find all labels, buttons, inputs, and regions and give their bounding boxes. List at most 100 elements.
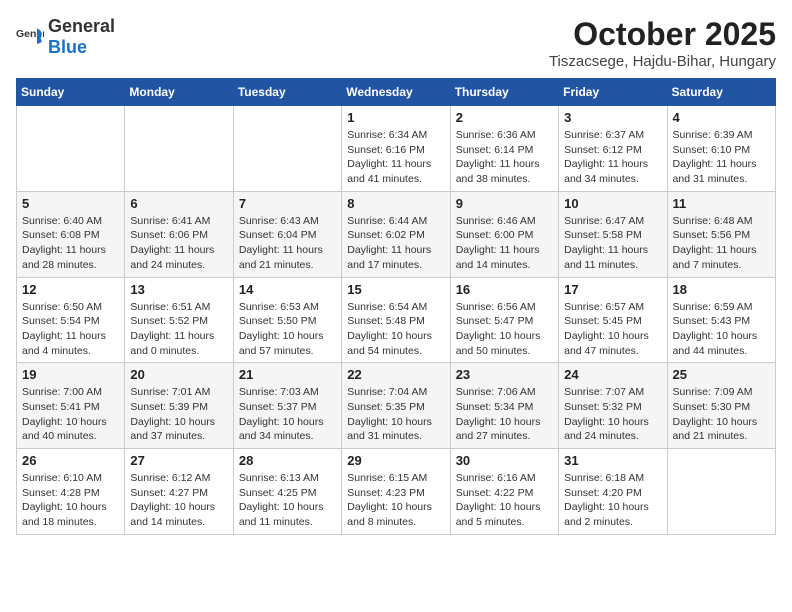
day-number: 6 <box>130 196 227 211</box>
table-row: 6 Sunrise: 6:41 AMSunset: 6:06 PMDaylight… <box>125 191 233 277</box>
table-row: 2Sunrise: 6:36 AMSunset: 6:14 PMDaylight… <box>450 106 558 192</box>
day-info: Sunrise: 6:15 AMSunset: 4:23 PMDaylight:… <box>347 471 444 530</box>
day-number: 18 <box>673 282 770 297</box>
day-info: Sunrise: 6:51 AMSunset: 5:52 PMDaylight:… <box>130 300 227 359</box>
day-info: Sunrise: 6:16 AMSunset: 4:22 PMDaylight:… <box>456 471 553 530</box>
calendar-header-row: Sunday Monday Tuesday Wednesday Thursday… <box>17 79 776 106</box>
day-info: Sunrise: 6:37 AMSunset: 6:12 PMDaylight:… <box>564 128 661 187</box>
table-row: 9 Sunrise: 6:46 AMSunset: 6:00 PMDaylight… <box>450 191 558 277</box>
table-row: 5 Sunrise: 6:40 AMSunset: 6:08 PMDaylight… <box>17 191 125 277</box>
calendar-week-row: 12 Sunrise: 6:50 AMSunset: 5:54 PMDayligh… <box>17 277 776 363</box>
day-number: 26 <box>22 453 119 468</box>
day-info: Sunrise: 6:13 AMSunset: 4:25 PMDaylight:… <box>239 471 336 530</box>
table-row: 30 Sunrise: 6:16 AMSunset: 4:22 PMDayligh… <box>450 449 558 535</box>
day-info: Sunrise: 6:34 AMSunset: 6:16 PMDaylight:… <box>347 128 444 187</box>
day-number: 1 <box>347 110 444 125</box>
day-number: 14 <box>239 282 336 297</box>
header-sunday: Sunday <box>17 79 125 106</box>
day-info: Sunrise: 7:06 AMSunset: 5:34 PMDaylight:… <box>456 385 553 444</box>
day-number: 4 <box>673 110 770 125</box>
day-info: Sunrise: 6:53 AMSunset: 5:50 PMDaylight:… <box>239 300 336 359</box>
day-info: Sunrise: 6:44 AMSunset: 6:02 PMDaylight:… <box>347 214 444 273</box>
table-row: 11 Sunrise: 6:48 AMSunset: 5:56 PMDayligh… <box>667 191 775 277</box>
day-number: 9 <box>456 196 553 211</box>
day-number: 24 <box>564 367 661 382</box>
table-row: 29 Sunrise: 6:15 AMSunset: 4:23 PMDayligh… <box>342 449 450 535</box>
header-wednesday: Wednesday <box>342 79 450 106</box>
day-number: 10 <box>564 196 661 211</box>
table-row: 20Sunrise: 7:01 AMSunset: 5:39 PMDayligh… <box>125 363 233 449</box>
day-number: 16 <box>456 282 553 297</box>
day-info: Sunrise: 7:07 AMSunset: 5:32 PMDaylight:… <box>564 385 661 444</box>
day-info: Sunrise: 6:56 AMSunset: 5:47 PMDaylight:… <box>456 300 553 359</box>
table-row: 14 Sunrise: 6:53 AMSunset: 5:50 PMDayligh… <box>233 277 341 363</box>
day-info: Sunrise: 6:12 AMSunset: 4:27 PMDaylight:… <box>130 471 227 530</box>
header-monday: Monday <box>125 79 233 106</box>
table-row: 22 Sunrise: 7:04 AMSunset: 5:35 PMDayligh… <box>342 363 450 449</box>
table-row: 16 Sunrise: 6:56 AMSunset: 5:47 PMDayligh… <box>450 277 558 363</box>
table-row: 15 Sunrise: 6:54 AMSunset: 5:48 PMDayligh… <box>342 277 450 363</box>
calendar: Sunday Monday Tuesday Wednesday Thursday… <box>16 78 776 535</box>
day-number: 2 <box>456 110 553 125</box>
day-number: 27 <box>130 453 227 468</box>
day-number: 3 <box>564 110 661 125</box>
day-number: 8 <box>347 196 444 211</box>
table-row: 24 Sunrise: 7:07 AMSunset: 5:32 PMDayligh… <box>559 363 667 449</box>
day-number: 30 <box>456 453 553 468</box>
table-row <box>233 106 341 192</box>
day-info: Sunrise: 6:40 AMSunset: 6:08 PMDaylight:… <box>22 214 119 273</box>
day-number: 29 <box>347 453 444 468</box>
day-info: Sunrise: 7:04 AMSunset: 5:35 PMDaylight:… <box>347 385 444 444</box>
table-row: 8 Sunrise: 6:44 AMSunset: 6:02 PMDaylight… <box>342 191 450 277</box>
day-info: Sunrise: 7:00 AMSunset: 5:41 PMDaylight:… <box>22 385 119 444</box>
day-info: Sunrise: 6:18 AMSunset: 4:20 PMDaylight:… <box>564 471 661 530</box>
calendar-week-row: 19Sunrise: 7:00 AMSunset: 5:41 PMDayligh… <box>17 363 776 449</box>
day-info: Sunrise: 6:54 AMSunset: 5:48 PMDaylight:… <box>347 300 444 359</box>
table-row: 4 Sunrise: 6:39 AMSunset: 6:10 PMDaylight… <box>667 106 775 192</box>
day-info: Sunrise: 7:03 AMSunset: 5:37 PMDaylight:… <box>239 385 336 444</box>
day-number: 7 <box>239 196 336 211</box>
table-row <box>667 449 775 535</box>
day-info: Sunrise: 6:48 AMSunset: 5:56 PMDaylight:… <box>673 214 770 273</box>
header-saturday: Saturday <box>667 79 775 106</box>
table-row: 7Sunrise: 6:43 AMSunset: 6:04 PMDaylight… <box>233 191 341 277</box>
logo: General General Blue <box>16 16 115 58</box>
location-title: Tiszacsege, Hajdu-Bihar, Hungary <box>549 53 776 70</box>
day-info: Sunrise: 6:46 AMSunset: 6:00 PMDaylight:… <box>456 214 553 273</box>
table-row: 10 Sunrise: 6:47 AMSunset: 5:58 PMDayligh… <box>559 191 667 277</box>
table-row: 31Sunrise: 6:18 AMSunset: 4:20 PMDayligh… <box>559 449 667 535</box>
day-number: 25 <box>673 367 770 382</box>
day-number: 22 <box>347 367 444 382</box>
calendar-week-row: 26 Sunrise: 6:10 AMSunset: 4:28 PMDayligh… <box>17 449 776 535</box>
header-friday: Friday <box>559 79 667 106</box>
page-header: General General Blue October 2025 Tiszac… <box>16 16 776 70</box>
table-row <box>125 106 233 192</box>
day-number: 23 <box>456 367 553 382</box>
day-info: Sunrise: 6:50 AMSunset: 5:54 PMDaylight:… <box>22 300 119 359</box>
day-info: Sunrise: 6:41 AMSunset: 6:06 PMDaylight:… <box>130 214 227 273</box>
day-number: 15 <box>347 282 444 297</box>
day-number: 21 <box>239 367 336 382</box>
day-number: 12 <box>22 282 119 297</box>
title-block: October 2025 Tiszacsege, Hajdu-Bihar, Hu… <box>549 16 776 70</box>
table-row: 13Sunrise: 6:51 AMSunset: 5:52 PMDayligh… <box>125 277 233 363</box>
day-number: 28 <box>239 453 336 468</box>
day-number: 11 <box>673 196 770 211</box>
day-number: 5 <box>22 196 119 211</box>
day-info: Sunrise: 6:47 AMSunset: 5:58 PMDaylight:… <box>564 214 661 273</box>
table-row: 12 Sunrise: 6:50 AMSunset: 5:54 PMDayligh… <box>17 277 125 363</box>
day-info: Sunrise: 6:59 AMSunset: 5:43 PMDaylight:… <box>673 300 770 359</box>
day-info: Sunrise: 6:39 AMSunset: 6:10 PMDaylight:… <box>673 128 770 187</box>
table-row: 17Sunrise: 6:57 AMSunset: 5:45 PMDayligh… <box>559 277 667 363</box>
calendar-week-row: 1 Sunrise: 6:34 AMSunset: 6:16 PMDaylight… <box>17 106 776 192</box>
day-info: Sunrise: 7:01 AMSunset: 5:39 PMDaylight:… <box>130 385 227 444</box>
table-row: 3 Sunrise: 6:37 AMSunset: 6:12 PMDaylight… <box>559 106 667 192</box>
day-info: Sunrise: 7:09 AMSunset: 5:30 PMDaylight:… <box>673 385 770 444</box>
header-thursday: Thursday <box>450 79 558 106</box>
table-row: 27 Sunrise: 6:12 AMSunset: 4:27 PMDayligh… <box>125 449 233 535</box>
day-info: Sunrise: 6:10 AMSunset: 4:28 PMDaylight:… <box>22 471 119 530</box>
header-tuesday: Tuesday <box>233 79 341 106</box>
day-number: 17 <box>564 282 661 297</box>
table-row: 21 Sunrise: 7:03 AMSunset: 5:37 PMDayligh… <box>233 363 341 449</box>
month-title: October 2025 <box>549 16 776 53</box>
